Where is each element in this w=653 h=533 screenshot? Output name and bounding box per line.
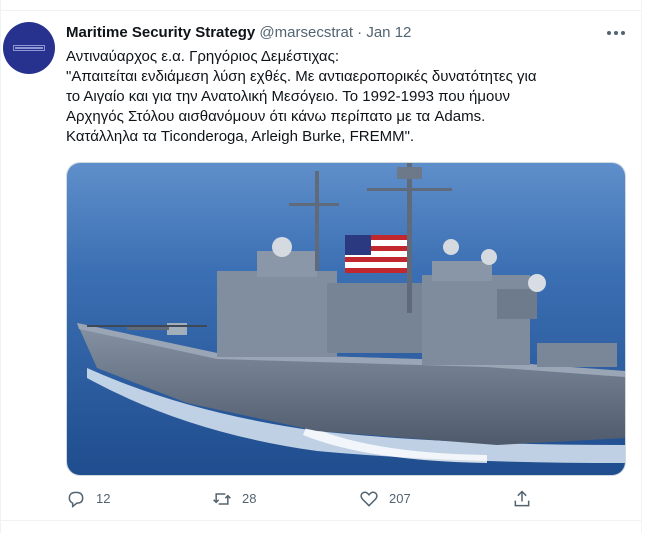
tweet-text: Αντιναύαρχος ε.α. Γρηγόριος Δεμέστιχας: … xyxy=(66,47,638,147)
tweet-text-line: Αντιναύαρχος ε.α. Γρηγόριος Δεμέστιχας: xyxy=(66,48,339,65)
tweet-header: Maritime Security Strategy @marsecstrat … xyxy=(66,23,411,43)
date-separator: · xyxy=(357,24,363,41)
share-button[interactable] xyxy=(512,488,532,510)
retweet-icon xyxy=(213,493,231,505)
avatar[interactable] xyxy=(3,22,55,74)
retweet-count: 28 xyxy=(242,491,257,506)
tweet-top-border xyxy=(0,10,642,11)
tweet-text-line: "Απαιτείται ενδιάμεση λύση εχθές. Με αντ… xyxy=(66,68,537,85)
tweet-image[interactable] xyxy=(66,162,626,476)
tweet-date[interactable]: Jan 12 xyxy=(366,24,411,41)
share-icon xyxy=(514,490,530,507)
author-handle[interactable]: @marsecstrat xyxy=(259,24,353,41)
reply-icon xyxy=(68,491,84,509)
tweet-text-line: Κατάλληλα τα Ticonderoga, Arleigh Burke,… xyxy=(66,128,415,145)
reply-count: 12 xyxy=(96,491,111,506)
retweet-button[interactable]: 28 xyxy=(212,488,256,510)
like-count: 207 xyxy=(389,491,411,506)
timeline-right-border xyxy=(641,0,642,533)
tweet-text-line: Αρχηγός Στόλου αισθανόμουν ότι κάνω περί… xyxy=(66,108,486,125)
timeline-left-border xyxy=(0,0,1,533)
tweet-actions: 12 28 207 xyxy=(66,488,536,510)
tweet-text-line: το Αιγαίο και για την Ανατολική Μεσόγειο… xyxy=(66,88,511,105)
author-name[interactable]: Maritime Security Strategy xyxy=(66,24,255,41)
reply-button[interactable]: 12 xyxy=(66,488,110,510)
logo-stripe xyxy=(15,47,43,49)
heart-icon xyxy=(360,491,378,507)
tweet-bottom-border xyxy=(0,520,642,521)
warship-photo xyxy=(67,163,625,475)
like-button[interactable]: 207 xyxy=(359,488,411,510)
more-icon[interactable] xyxy=(605,25,627,41)
